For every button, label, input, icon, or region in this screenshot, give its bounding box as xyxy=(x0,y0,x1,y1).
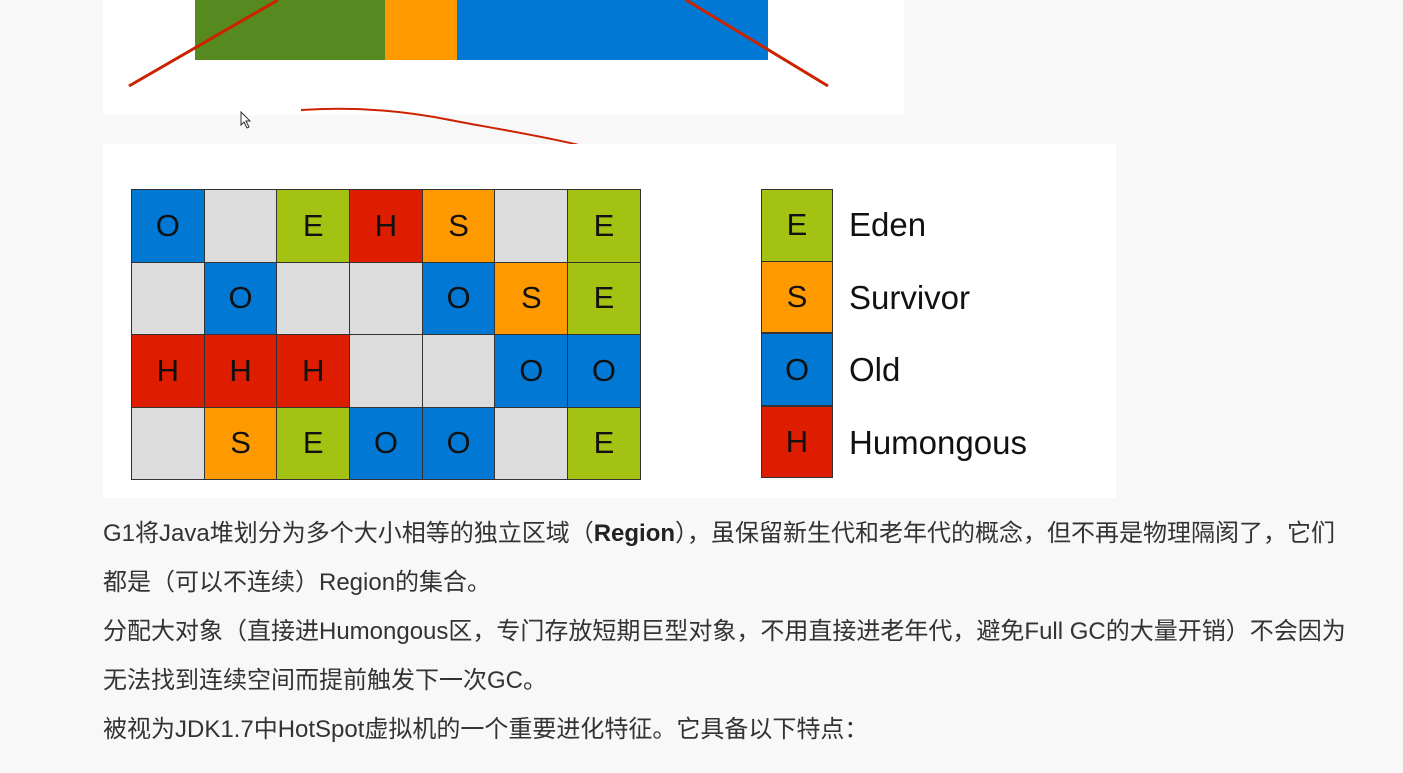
top-memory-figure xyxy=(103,0,904,115)
region-cell-h: H xyxy=(204,335,278,408)
region-cell-o: O xyxy=(422,407,496,480)
young-gen-bar xyxy=(195,0,385,60)
region-cell-h: H xyxy=(350,190,423,263)
region-cell-o: O xyxy=(132,190,205,263)
mouse-cursor-icon xyxy=(240,111,252,129)
region-cell-free xyxy=(350,262,423,335)
region-cell-e: E xyxy=(277,407,351,480)
legend-item-humongous: H Humongous xyxy=(761,405,1027,480)
old-gen-bar xyxy=(457,0,768,60)
region-cell-free xyxy=(132,262,205,335)
region-cell-free xyxy=(132,407,205,480)
region-cell-free xyxy=(495,407,569,480)
region-cell-o: O xyxy=(204,262,278,335)
region-legend: E Eden S Survivor O Old H Humongous xyxy=(761,189,1027,479)
region-cell-s: S xyxy=(495,262,569,335)
legend-label: Eden xyxy=(849,206,927,244)
legend-item-survivor: S Survivor xyxy=(761,260,1027,335)
legend-label: Old xyxy=(849,351,901,389)
region-cell-free xyxy=(495,190,569,263)
legend-item-old: O Old xyxy=(761,333,1027,407)
region-cell-free xyxy=(277,262,351,335)
legend-swatch: H xyxy=(761,405,833,479)
paragraph-regions: G1将Java堆划分为多个大小相等的独立区域（Region），虽保留新生代和老年… xyxy=(103,520,1336,596)
legend-swatch: E xyxy=(761,189,833,262)
region-cell-s: S xyxy=(422,190,496,263)
survivor-bar xyxy=(385,0,457,60)
region-cell-o: O xyxy=(422,262,496,335)
legend-swatch: O xyxy=(761,333,833,406)
legend-label: Humongous xyxy=(849,423,1027,461)
region-cell-e: E xyxy=(568,262,641,335)
region-cell-h: H xyxy=(132,335,205,408)
region-cell-e: E xyxy=(568,407,641,480)
legend-swatch: S xyxy=(761,260,833,334)
region-cell-free xyxy=(204,190,278,263)
region-cell-h: H xyxy=(277,335,351,408)
region-term: Region xyxy=(593,520,676,547)
region-cell-o: O xyxy=(350,407,423,480)
legend-label: Survivor xyxy=(849,278,971,316)
region-cell-o: O xyxy=(495,335,569,408)
region-grid: OEHSEOOSEHHHOOSEOOE xyxy=(131,189,641,480)
region-cell-e: E xyxy=(277,190,351,263)
region-cell-e: E xyxy=(568,190,641,263)
region-cell-s: S xyxy=(204,407,278,480)
region-cell-free xyxy=(350,335,423,408)
paragraph-humongous: 分配大对象（直接进Humongous区，专门存放短期巨型对象，不用直接进老年代，… xyxy=(103,618,1346,694)
region-cell-o: O xyxy=(568,335,641,408)
legend-item-eden: E Eden xyxy=(761,189,1027,262)
g1-region-figure: OEHSEOOSEHHHOOSEOOE E Eden S Survivor O Old H H… xyxy=(103,144,1116,498)
description-text: G1将Java堆划分为多个大小相等的独立区域（Region），虽保留新生代和老年… xyxy=(103,509,1353,754)
paragraph-feature: 被视为JDK1.7中HotSpot虚拟机的一个重要进化特征。它具备以下特点： xyxy=(103,716,869,743)
region-cell-free xyxy=(422,335,496,408)
